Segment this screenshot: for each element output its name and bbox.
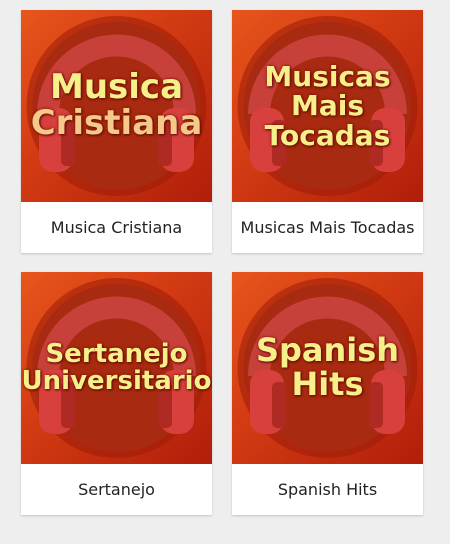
artwork-title: Musica Cristiana — [21, 10, 212, 202]
artwork-line: Musicas — [264, 59, 391, 93]
artwork-line: Mais — [290, 89, 365, 123]
artwork-line: Universitario — [21, 366, 212, 396]
playlist-card-spanish-hits[interactable]: Spanish Hits Spanish Hits — [232, 272, 423, 515]
artwork-title: Spanish Hits — [232, 272, 423, 464]
artwork-line: Hits — [291, 365, 364, 403]
artwork-line: Cristiana — [30, 103, 203, 143]
artwork-line: Musica — [49, 67, 184, 108]
playlist-title: Sertanejo — [78, 480, 155, 499]
artwork-line: Tocadas — [264, 118, 391, 152]
playlist-artwork[interactable]: Musicas Mais Tocadas — [232, 10, 423, 202]
playlist-card-musicas-mais-tocadas[interactable]: Musicas Mais Tocadas Musicas Mais Tocada… — [232, 10, 423, 253]
artwork-line: Sertanejo — [45, 338, 188, 369]
playlist-artwork[interactable]: Spanish Hits — [232, 272, 423, 464]
artwork-line: Spanish — [255, 331, 400, 370]
playlist-title: Spanish Hits — [277, 480, 378, 499]
playlist-card-musica-cristiana[interactable]: Musica Cristiana Musica Cristiana — [21, 10, 212, 253]
playlist-title: Musica Cristiana — [50, 218, 183, 237]
artwork-title: Musicas Mais Tocadas — [232, 10, 423, 202]
playlist-card-sertanejo[interactable]: Sertanejo Universitario Sertanejo — [21, 272, 212, 515]
artwork-title: Sertanejo Universitario — [21, 272, 212, 464]
playlist-artwork[interactable]: Musica Cristiana — [21, 10, 212, 202]
playlist-artwork[interactable]: Sertanejo Universitario — [21, 272, 212, 464]
playlist-title: Musicas Mais Tocadas — [240, 218, 415, 237]
